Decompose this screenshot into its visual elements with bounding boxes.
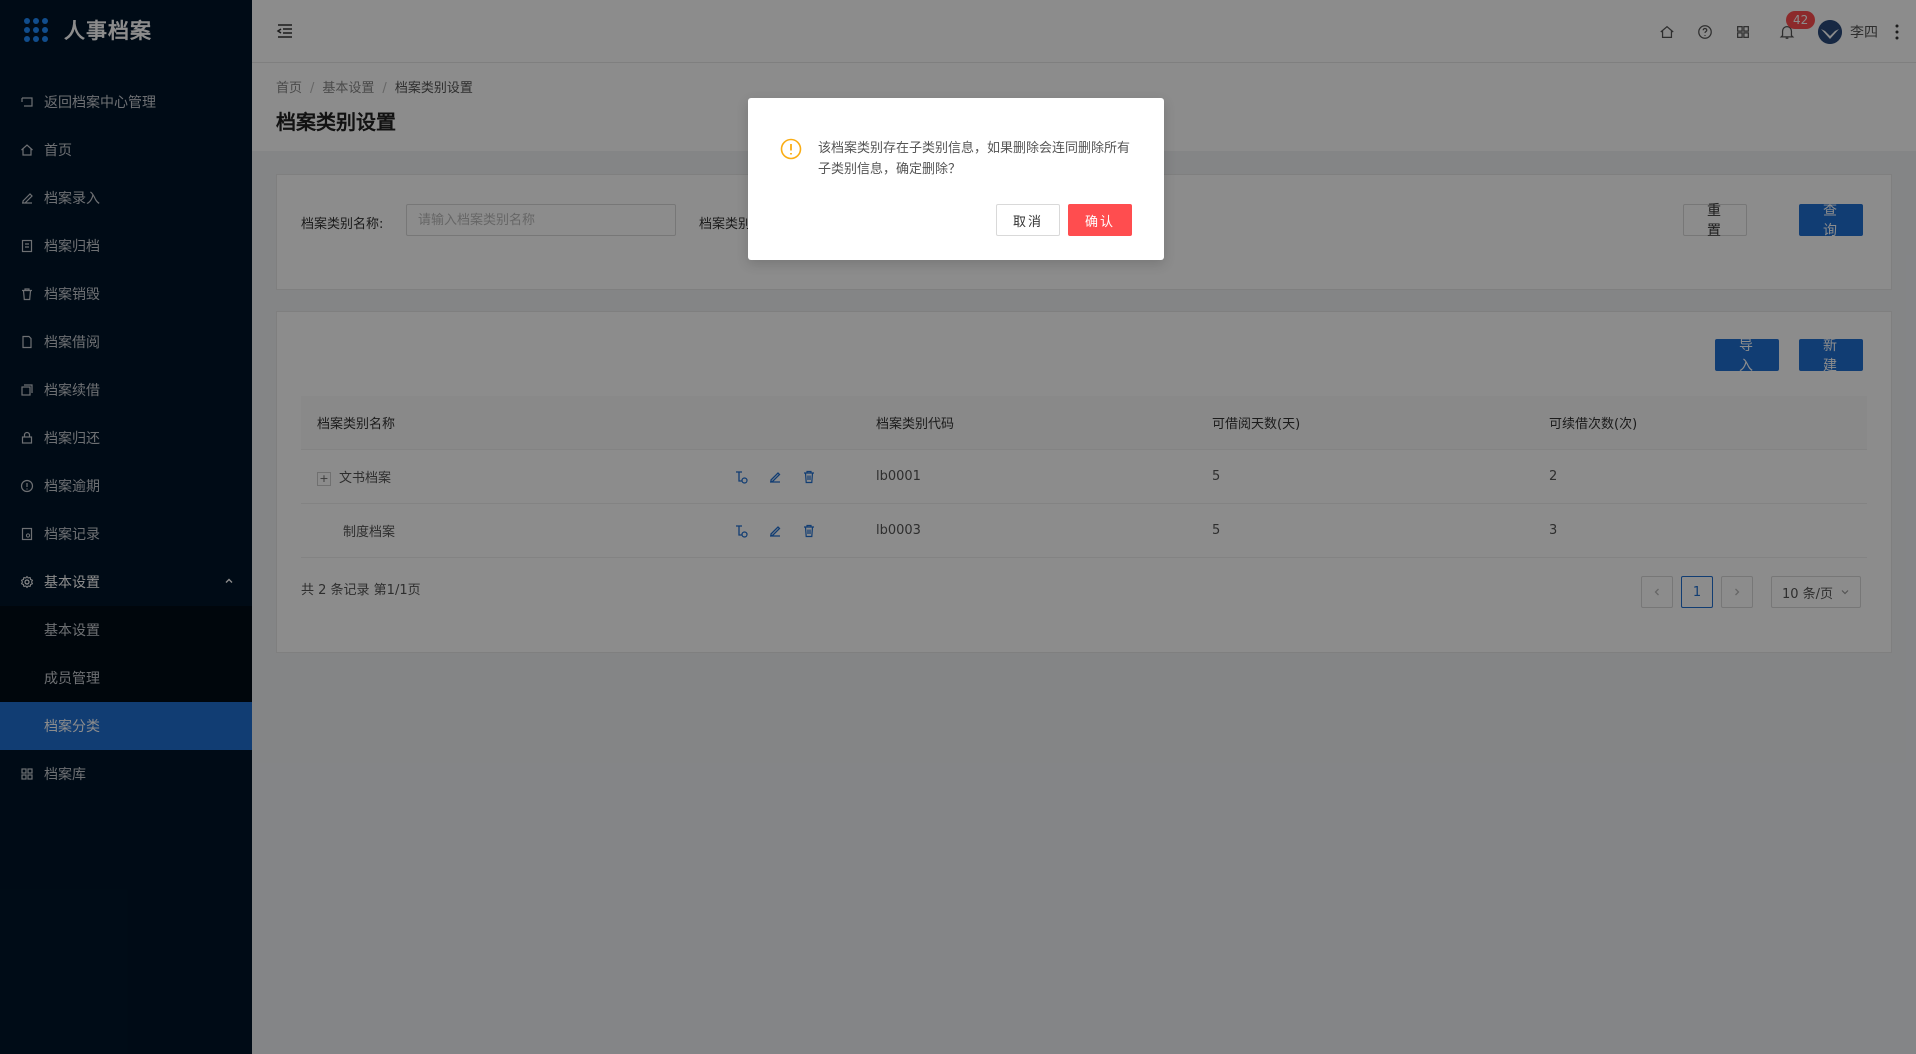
cancel-button[interactable]: 取消 <box>996 204 1060 236</box>
dialog-message: 该档案类别存在子类别信息，如果删除会连同删除所有子类别信息，确定删除？ <box>818 141 1131 177</box>
warning-icon <box>780 138 802 160</box>
confirm-button[interactable]: 确认 <box>1068 204 1132 236</box>
confirm-delete-dialog: 该档案类别存在子类别信息，如果删除会连同删除所有子类别信息，确定删除？ 取消 确… <box>748 98 1164 260</box>
